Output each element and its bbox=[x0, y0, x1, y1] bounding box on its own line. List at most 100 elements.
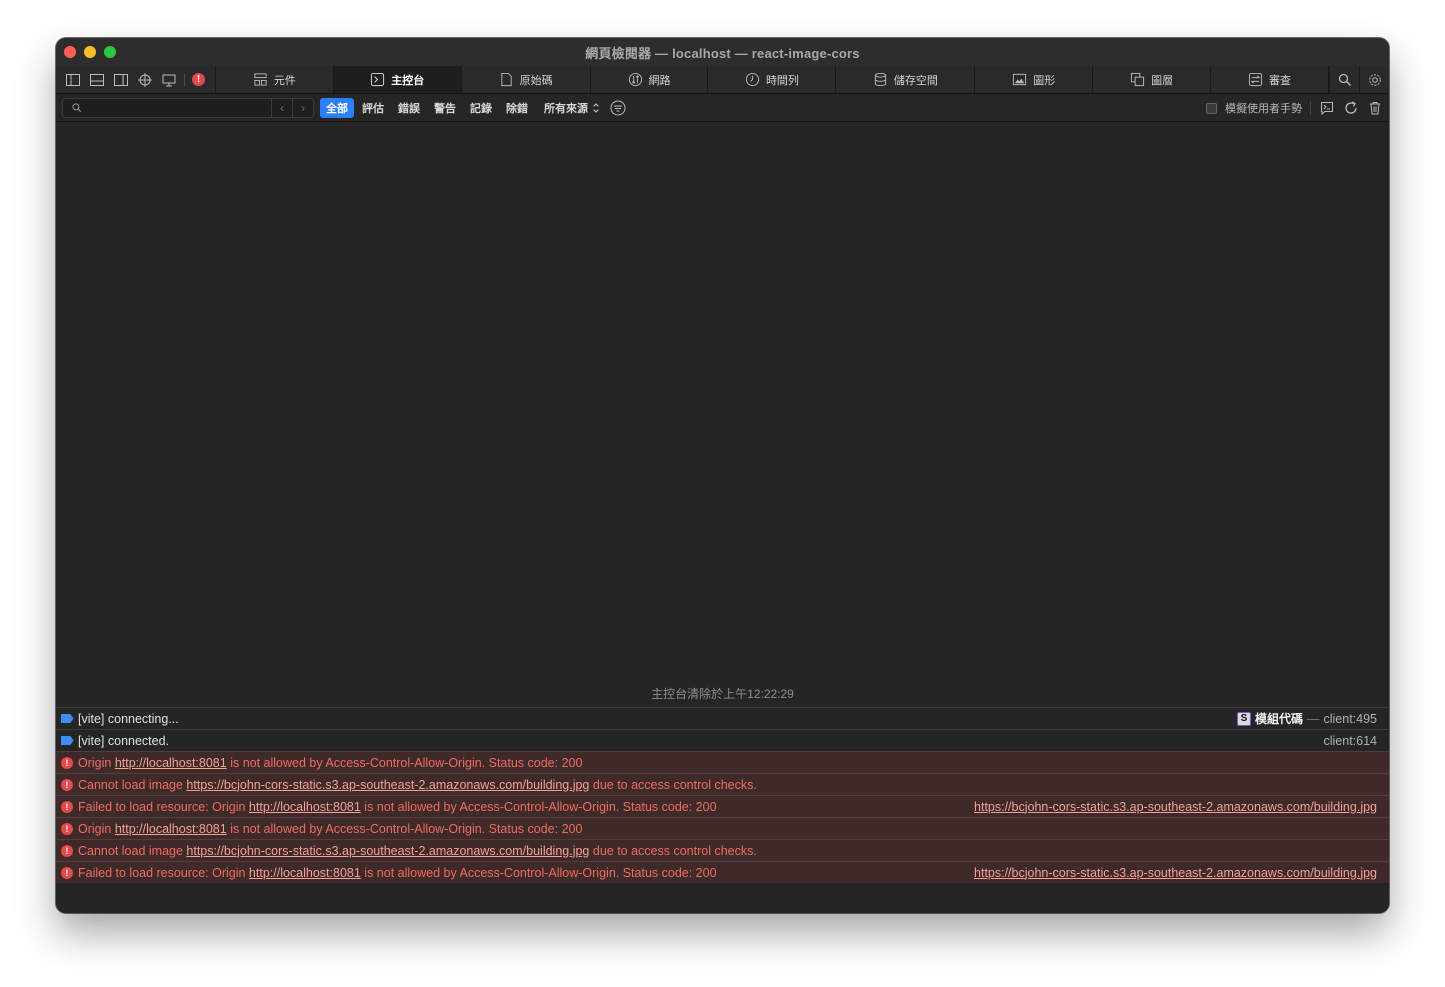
message-source-link[interactable]: client:614 bbox=[1323, 734, 1377, 748]
console-snippet-icon[interactable] bbox=[1319, 100, 1335, 116]
sources-selector[interactable]: 所有來源 bbox=[544, 100, 600, 116]
tab-layers[interactable]: 圖層 bbox=[1093, 66, 1212, 93]
tab-graphics[interactable]: 圖形 bbox=[975, 66, 1094, 93]
tab-sources[interactable]: 原始碼 bbox=[462, 66, 591, 93]
level-filter-logs[interactable]: 記錄 bbox=[464, 98, 498, 118]
message-fragment: is not allowed by Access-Control-Allow-O… bbox=[226, 755, 583, 770]
tab-elements[interactable]: 元件 bbox=[216, 66, 334, 93]
module-code-label: 模組代碼 bbox=[1254, 712, 1303, 726]
message-fragment: due to access control checks. bbox=[589, 777, 757, 792]
error-badge: ! bbox=[61, 844, 73, 857]
tab-bar-actions bbox=[1329, 65, 1389, 94]
error-badge: ! bbox=[61, 800, 73, 813]
next-match-button[interactable]: › bbox=[293, 98, 314, 118]
tab-console[interactable]: 主控台 bbox=[333, 66, 462, 93]
source-location[interactable]: client:495 bbox=[1323, 712, 1377, 726]
console-error-message[interactable]: ! Origin http://localhost:8081 is not all… bbox=[56, 817, 1389, 839]
level-filter-evaluations[interactable]: 評估 bbox=[356, 98, 390, 118]
search-icon[interactable] bbox=[1329, 65, 1359, 94]
message-fragment: Failed to load resource: Origin bbox=[78, 799, 249, 814]
error-icon: ! bbox=[60, 844, 74, 858]
source-location[interactable]: https://bcjohn-cors-static.s3.ap-southea… bbox=[974, 800, 1377, 814]
device-settings-icon[interactable] bbox=[160, 71, 177, 88]
tab-storage[interactable]: 儲存空間 bbox=[836, 66, 976, 93]
message-text: Failed to load resource: Origin http://l… bbox=[78, 800, 717, 814]
message-link[interactable]: http://localhost:8081 bbox=[249, 866, 361, 880]
message-source-link[interactable]: S 模組代碼 — client:495 bbox=[1236, 710, 1377, 727]
tab-label: 審查 bbox=[1269, 74, 1292, 87]
message-link[interactable]: https://bcjohn-cors-static.s3.ap-southea… bbox=[186, 844, 589, 858]
toolbar-divider bbox=[1310, 101, 1311, 115]
message-link[interactable]: https://bcjohn-cors-static.s3.ap-southea… bbox=[186, 778, 589, 792]
error-badge: ! bbox=[61, 822, 73, 835]
gear-icon[interactable] bbox=[1359, 65, 1389, 94]
zoom-window-button[interactable] bbox=[104, 46, 116, 58]
layers-icon bbox=[1131, 72, 1145, 87]
dock-left-icon[interactable] bbox=[64, 71, 81, 88]
log-icon bbox=[60, 734, 74, 748]
message-fragment: is not allowed by Access-Control-Allow-O… bbox=[226, 821, 583, 836]
module-badge-icon: S bbox=[1236, 711, 1251, 726]
audit-icon bbox=[1248, 72, 1263, 87]
window-controls bbox=[64, 46, 116, 58]
tab-label: 時間列 bbox=[765, 74, 799, 87]
console-error-message[interactable]: ! Failed to load resource: Origin http://… bbox=[56, 861, 1389, 883]
level-filter-debugs[interactable]: 除錯 bbox=[500, 98, 534, 118]
dock-bottom-icon[interactable] bbox=[88, 71, 105, 88]
tab-timelines[interactable]: 時間列 bbox=[708, 66, 837, 93]
sources-icon bbox=[500, 72, 512, 87]
console-output[interactable]: 主控台清除於上午12:22:29 [vite] connecting... S 模組… bbox=[56, 123, 1389, 913]
level-filter-errors[interactable]: 錯誤 bbox=[392, 98, 426, 118]
log-arrow bbox=[60, 714, 74, 723]
trash-icon[interactable] bbox=[1367, 100, 1383, 116]
error-badge: ! bbox=[61, 778, 73, 791]
message-text: Origin http://localhost:8081 is not allo… bbox=[78, 756, 582, 770]
message-source-link[interactable]: https://bcjohn-cors-static.s3.ap-southea… bbox=[974, 866, 1377, 880]
search-icon bbox=[72, 103, 82, 113]
message-fragment: due to access control checks. bbox=[589, 843, 757, 858]
title-bar: 網頁檢閱器 — localhost — react-image-cors bbox=[56, 38, 1389, 66]
filter-icon[interactable] bbox=[610, 100, 626, 116]
level-filter-warnings[interactable]: 警告 bbox=[428, 98, 462, 118]
simulate-gesture-checkbox[interactable] bbox=[1206, 102, 1217, 114]
console-log-message[interactable]: [vite] connected. client:614 bbox=[56, 729, 1389, 751]
message-link[interactable]: http://localhost:8081 bbox=[115, 756, 227, 770]
console-filter-bar: ‹ › 全部 評估 錯誤 警告 記錄 除錯 所有來源 模擬使用者手勢 bbox=[56, 95, 1389, 122]
console-error-message[interactable]: ! Failed to load resource: Origin http://… bbox=[56, 795, 1389, 817]
message-link[interactable]: http://localhost:8081 bbox=[249, 800, 361, 814]
console-error-message[interactable]: ! Cannot load image https://bcjohn-cors-s… bbox=[56, 839, 1389, 861]
console-log-message[interactable]: [vite] connecting... S 模組代碼 — client:495 bbox=[56, 707, 1389, 729]
reload-icon[interactable] bbox=[1343, 100, 1359, 116]
console-error-message[interactable]: ! Origin http://localhost:8081 is not all… bbox=[56, 751, 1389, 773]
tab-label: 儲存空間 bbox=[893, 74, 938, 87]
error-indicator-icon[interactable]: ! bbox=[192, 73, 205, 86]
source-location[interactable]: https://bcjohn-cors-static.s3.ap-southea… bbox=[974, 866, 1377, 880]
message-text: Cannot load image https://bcjohn-cors-st… bbox=[78, 778, 757, 792]
level-filter-all[interactable]: 全部 bbox=[320, 98, 354, 118]
dock-right-icon[interactable] bbox=[112, 71, 129, 88]
chevron-up-down-icon bbox=[593, 103, 599, 113]
close-window-button[interactable] bbox=[64, 46, 76, 58]
search-input[interactable] bbox=[87, 102, 257, 114]
tab-label: 元件 bbox=[273, 74, 296, 87]
minimize-window-button[interactable] bbox=[84, 46, 96, 58]
toolbar-divider bbox=[184, 72, 185, 87]
message-text: Failed to load resource: Origin http://l… bbox=[78, 866, 717, 880]
message-source-link[interactable]: https://bcjohn-cors-static.s3.ap-southea… bbox=[974, 800, 1377, 814]
window-title: 網頁檢閱器 — localhost — react-image-cors bbox=[585, 45, 860, 61]
tab-network[interactable]: 網路 bbox=[591, 66, 709, 93]
previous-match-button[interactable]: ‹ bbox=[272, 98, 293, 118]
console-error-message[interactable]: ! Cannot load image https://bcjohn-cors-s… bbox=[56, 773, 1389, 795]
filter-search-field[interactable] bbox=[62, 98, 272, 118]
message-fragment: [vite] connected. bbox=[78, 733, 170, 748]
message-link[interactable]: http://localhost:8081 bbox=[115, 822, 227, 836]
source-location[interactable]: client:614 bbox=[1323, 734, 1377, 748]
graphics-icon bbox=[1013, 73, 1027, 86]
crosshair-icon[interactable] bbox=[136, 71, 153, 88]
message-fragment: Origin bbox=[78, 821, 115, 836]
level-filters: 全部 評估 錯誤 警告 記錄 除錯 bbox=[320, 98, 534, 118]
timelines-icon bbox=[745, 72, 759, 87]
error-icon: ! bbox=[60, 866, 74, 880]
tab-label: 原始碼 bbox=[519, 74, 553, 87]
tab-audit[interactable]: 審查 bbox=[1211, 66, 1329, 93]
